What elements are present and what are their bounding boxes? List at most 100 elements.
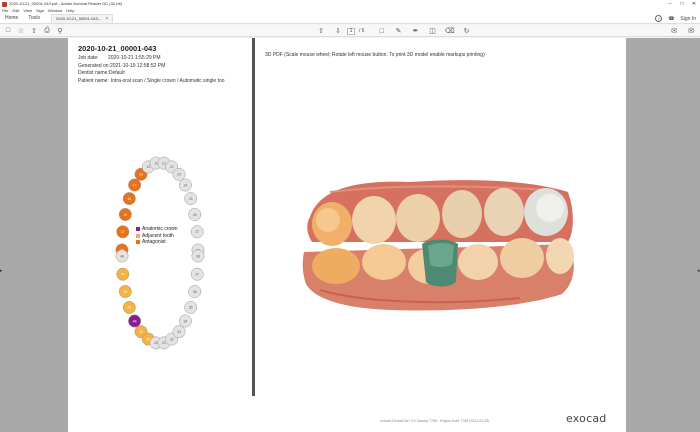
tooth-47: 47	[116, 267, 130, 281]
legend: Anatomic crown Adjacent tooth Antagonist	[136, 226, 178, 246]
rotate-icon[interactable]: ↻	[462, 26, 472, 36]
tooth-number: 14	[133, 183, 137, 187]
3d-model-viewer[interactable]	[300, 172, 580, 312]
print-icon[interactable]: ⎙	[42, 26, 52, 36]
tooth-44: 44	[128, 314, 142, 328]
tooth-number: 42	[146, 337, 150, 341]
mail-icon[interactable]: ✉	[686, 26, 696, 36]
tooth-number: 47	[121, 273, 125, 277]
generated-label: Generated on:	[78, 62, 110, 69]
left-gray-area: ▸	[0, 38, 68, 432]
window-controls: – □ ✕	[664, 0, 700, 8]
job-date-value: 2020-10-21 1:55:29 PM	[108, 55, 161, 61]
sign-icon[interactable]: ✒	[411, 26, 421, 36]
page-total: / 6	[359, 28, 365, 34]
tab-home[interactable]: Home	[0, 14, 23, 23]
trash-icon[interactable]: ⌫	[445, 26, 455, 36]
tooth-34: 34	[178, 314, 192, 328]
pdf-page: 2020-10-21_00001-043 Job date: 2020-10-21…	[68, 38, 626, 432]
page-divider	[252, 38, 255, 396]
tooth-number: 26	[193, 213, 197, 217]
tooth-46: 46	[118, 285, 132, 298]
title-bar: 2020-10-21_00001-043.pdf - Adobe Acrobat…	[0, 0, 700, 8]
tab-document[interactable]: 2020-10-21_00001-043... ×	[51, 14, 114, 23]
search-icon[interactable]: ⚲	[55, 26, 65, 36]
patient-value: Intra-oral scan / Single crown / Automat…	[110, 77, 225, 84]
job-date-label: Job date:	[78, 55, 99, 61]
tooth-number: 37	[195, 273, 199, 277]
tab-bar: Home Tools 2020-10-21_00001-043... × ? ☎…	[0, 14, 700, 24]
header-actions: ? ☎ Sign In	[655, 15, 696, 22]
comment-icon[interactable]: □	[377, 26, 387, 36]
page-navigation: ⇧ ⇩ 1 / 6 □ ✎ ✒ ◫ ⌫ ↻	[313, 25, 472, 37]
tooth-14: 14	[128, 178, 142, 192]
tooth-number: 15	[127, 197, 131, 201]
page-number-input[interactable]: 1	[347, 27, 355, 35]
tooth-16: 16	[118, 208, 132, 221]
footer-text: exocad DentalCAD 3.0 Galway 7758 - Engin…	[380, 419, 490, 423]
share-icon[interactable]: ✉	[669, 26, 679, 36]
legend-swatch	[136, 227, 140, 232]
right-gray-area: ◂	[626, 38, 700, 432]
report-title: 2020-10-21_00001-043	[78, 44, 157, 53]
dental-model-image	[302, 180, 574, 311]
legend-item: Antagonist	[136, 239, 178, 246]
window-title: 2020-10-21_00001-043.pdf - Adobe Acrobat…	[9, 1, 122, 6]
pen-icon[interactable]: ✎	[394, 26, 404, 36]
tooth-38: 38	[191, 249, 205, 263]
tooth-48: 48	[115, 249, 129, 263]
legend-swatch	[136, 240, 140, 245]
sign-in-button[interactable]: Sign In	[680, 16, 696, 22]
exocad-logo: exocad	[566, 412, 607, 425]
tooth-number: 22	[170, 165, 174, 169]
tooth-number: 48	[120, 254, 124, 258]
bookmark-star-icon[interactable]: ☆	[16, 26, 26, 36]
minimize-button[interactable]: –	[664, 0, 676, 8]
tooth-number: 11	[154, 161, 158, 165]
toolbar-right: ✉ ✉	[666, 25, 696, 37]
tooth-45: 45	[122, 300, 136, 314]
tooth-25: 25	[184, 192, 198, 206]
tooth-27: 27	[190, 225, 204, 239]
bell-icon[interactable]: ☎	[668, 16, 674, 22]
stamp-icon[interactable]: ◫	[428, 26, 438, 36]
viewer-instructions: 3D PDF (Scale mouse wheel; Rotate left m…	[265, 52, 485, 58]
tooth-number: 38	[196, 254, 200, 258]
generated-value: 2021-10-19 12:58:52 PM	[109, 62, 166, 69]
prev-page-icon[interactable]: ⇧	[316, 26, 326, 36]
tooth-37: 37	[190, 267, 204, 281]
left-panel-toggle-icon[interactable]: ▸	[0, 268, 3, 274]
tooth-number: 35	[189, 306, 193, 310]
close-button[interactable]: ✕	[688, 0, 700, 8]
patient-label: Patient name:	[78, 77, 109, 84]
upload-icon[interactable]: ⇧	[29, 26, 39, 36]
tooth-number: 25	[189, 197, 193, 201]
close-tab-icon[interactable]: ×	[105, 15, 108, 23]
tooth-number: 46	[123, 290, 127, 294]
tooth-number: 36	[193, 290, 197, 294]
tooth-chart: 1817161514131211212223242526272848474645…	[112, 146, 208, 360]
save-icon[interactable]: □	[3, 26, 13, 36]
tooth-number: 44	[133, 319, 137, 323]
legend-swatch	[136, 233, 140, 238]
tooth-17: 17	[116, 225, 130, 239]
tooth-number: 27	[195, 230, 199, 234]
tab-tools[interactable]: Tools	[23, 14, 45, 23]
tooth-23: 23	[172, 167, 186, 181]
help-icon[interactable]: ?	[655, 15, 663, 22]
dentist-value: Default	[108, 70, 125, 76]
report-info: 2020-10-21_00001-043 Job date: 2020-10-21…	[78, 44, 250, 85]
tooth-number: 41	[154, 341, 158, 345]
tooth-number: 23	[177, 173, 181, 177]
tooth-number: 33	[177, 330, 181, 334]
document-tab-label: 2020-10-21_00001-043...	[56, 16, 102, 21]
tooth-number: 17	[121, 230, 125, 234]
tooth-15: 15	[122, 192, 136, 206]
acrobat-icon	[2, 1, 7, 7]
tooth-26: 26	[188, 208, 202, 221]
maximize-button[interactable]: □	[676, 0, 688, 8]
tooth-number: 12	[146, 165, 150, 169]
next-page-icon[interactable]: ⇩	[333, 26, 343, 36]
tooth-number: 43	[139, 330, 143, 334]
tooth-33: 33	[172, 325, 186, 339]
